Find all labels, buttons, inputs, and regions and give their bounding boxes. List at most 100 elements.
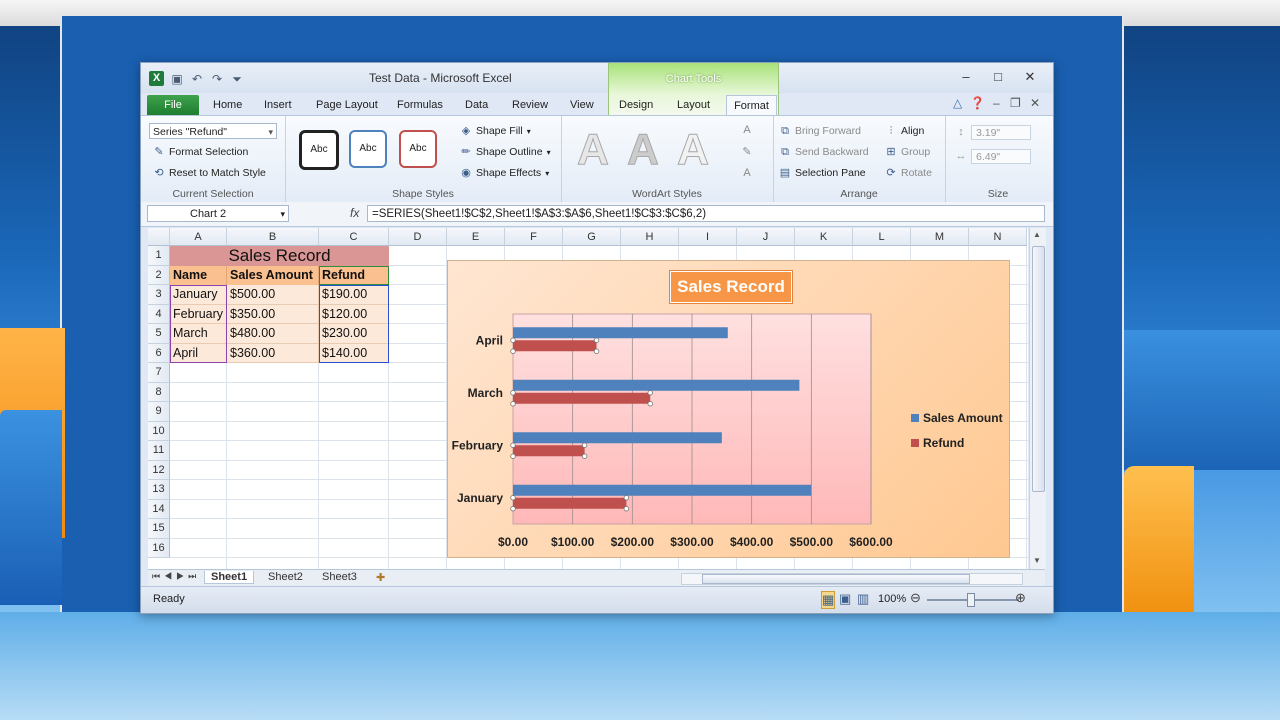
selection-pane-button[interactable]: ▤ Selection Pane <box>779 167 866 179</box>
horizontal-scrollbar[interactable] <box>681 573 1023 585</box>
excel-icon[interactable]: X <box>149 71 164 86</box>
table-header-cell[interactable]: Name <box>170 265 227 285</box>
row-header[interactable]: 4 <box>148 304 170 324</box>
column-header[interactable]: D <box>389 228 447 246</box>
vertical-scrollbar[interactable]: ▲ ▼ <box>1029 228 1046 570</box>
row-header[interactable]: 5 <box>148 324 170 344</box>
column-header[interactable]: J <box>737 228 795 246</box>
row-header[interactable]: 15 <box>148 519 170 539</box>
reset-style-button[interactable]: ⟲ Reset to Match Style <box>153 167 265 179</box>
shape-style-red[interactable]: Abc <box>399 130 437 168</box>
format-selection-button[interactable]: ✎ Format Selection <box>153 146 248 158</box>
zoom-out-icon[interactable]: ⊖ <box>910 590 921 606</box>
shape-outline-button[interactable]: ✏ Shape Outline ▾ <box>460 146 550 158</box>
row-header[interactable]: 8 <box>148 382 170 402</box>
column-header[interactable]: F <box>505 228 563 246</box>
tab-view[interactable]: View <box>570 99 594 111</box>
column-header[interactable]: H <box>621 228 679 246</box>
column-header[interactable]: I <box>679 228 737 246</box>
minimize-button[interactable]: – <box>955 69 977 84</box>
shape-fill-button[interactable]: ◈ Shape Fill ▾ <box>460 125 531 137</box>
doc-close-button[interactable]: ✕ <box>1030 96 1040 110</box>
tab-page-layout[interactable]: Page Layout <box>316 99 378 111</box>
sheet-tab-3[interactable]: Sheet3 <box>322 571 357 583</box>
zoom-level[interactable]: 100% <box>878 593 906 605</box>
tab-review[interactable]: Review <box>512 99 548 111</box>
align-button[interactable]: ⫶ Align <box>885 125 925 137</box>
formula-input[interactable]: =SERIES(Sheet1!$C$2,Sheet1!$A$3:$A$6,She… <box>367 205 1045 222</box>
wordart-style-2[interactable]: A <box>621 124 665 176</box>
column-header[interactable]: N <box>969 228 1027 246</box>
rotate-button[interactable]: ⟳ Rotate <box>885 167 932 179</box>
minimize-ribbon-icon[interactable]: △ <box>953 96 962 110</box>
tab-design[interactable]: Design <box>619 99 653 111</box>
row-header[interactable]: 10 <box>148 421 170 441</box>
text-outline-icon[interactable]: ✎ <box>741 146 753 158</box>
column-header[interactable]: K <box>795 228 853 246</box>
h-scroll-thumb[interactable] <box>702 574 970 584</box>
table-header-cell[interactable]: Sales Amount <box>227 265 319 285</box>
name-box[interactable]: Chart 2 <box>147 205 289 223</box>
text-fill-icon[interactable]: A <box>741 124 753 136</box>
row-header[interactable]: 9 <box>148 402 170 422</box>
close-button[interactable]: ✕ <box>1019 69 1041 85</box>
normal-view-icon[interactable]: ▦ <box>821 591 836 609</box>
scroll-up-icon[interactable]: ▲ <box>1033 230 1041 239</box>
doc-restore-button[interactable]: ❐ <box>1010 96 1021 110</box>
row-header[interactable]: 12 <box>148 460 170 480</box>
insert-function-button[interactable]: fx <box>350 206 359 220</box>
wordart-style-1[interactable]: A <box>571 124 615 176</box>
chart-elements-dropdown[interactable]: Series "Refund" <box>149 123 277 140</box>
zoom-in-icon[interactable]: ⊕ <box>1015 590 1026 606</box>
row-header[interactable]: 2 <box>148 265 170 285</box>
scroll-thumb[interactable] <box>1032 246 1045 492</box>
row-header[interactable]: 11 <box>148 441 170 461</box>
column-header[interactable]: L <box>853 228 911 246</box>
column-header[interactable]: A <box>170 228 227 246</box>
insert-sheet-icon[interactable]: ✚ <box>376 571 385 584</box>
zoom-slider-thumb[interactable] <box>967 593 975 607</box>
customize-qat-icon[interactable]: ⏷ <box>230 72 244 86</box>
row-header[interactable]: 3 <box>148 285 170 305</box>
wordart-style-3[interactable]: A <box>671 124 715 176</box>
select-all-corner[interactable] <box>148 228 170 246</box>
tab-home[interactable]: Home <box>213 99 242 111</box>
doc-minimize-button[interactable]: – <box>993 96 1000 110</box>
bring-forward-button[interactable]: ⧉ Bring Forward <box>779 125 861 137</box>
row-header[interactable]: 13 <box>148 480 170 500</box>
column-header[interactable]: G <box>563 228 621 246</box>
row-header[interactable]: 14 <box>148 499 170 519</box>
tab-insert[interactable]: Insert <box>264 99 292 111</box>
tab-formulas[interactable]: Formulas <box>397 99 443 111</box>
shape-style-black[interactable]: Abc <box>299 130 339 170</box>
tab-data[interactable]: Data <box>465 99 488 111</box>
maximize-button[interactable]: □ <box>987 69 1009 84</box>
page-break-view-icon[interactable]: ▥ <box>857 591 869 607</box>
height-field[interactable]: 3.19" <box>971 125 1031 140</box>
sheet-tab-1[interactable]: Sheet1 <box>204 571 255 584</box>
column-header[interactable]: C <box>319 228 389 246</box>
table-cell[interactable]: $360.00 <box>227 343 319 363</box>
sheet-nav-arrows-icon[interactable]: ⏮◀▶⏭ <box>152 571 200 582</box>
tab-format[interactable]: Format <box>726 95 777 117</box>
shape-style-blue[interactable]: Abc <box>349 130 387 168</box>
column-header[interactable]: E <box>447 228 505 246</box>
table-cell[interactable]: $480.00 <box>227 324 319 344</box>
tab-layout[interactable]: Layout <box>677 99 710 111</box>
row-header[interactable]: 1 <box>148 246 170 266</box>
row-header[interactable]: 16 <box>148 538 170 558</box>
undo-icon[interactable]: ↶ <box>190 72 204 86</box>
row-header[interactable]: 6 <box>148 343 170 363</box>
sheet-tab-2[interactable]: Sheet2 <box>268 571 303 583</box>
chart-object[interactable]: Sales Record $0.00 $100.00 $200.00 $300.00 $… <box>447 260 1010 558</box>
help-icon[interactable]: ❓ <box>970 96 985 110</box>
table-cell[interactable]: $350.00 <box>227 304 319 324</box>
send-backward-button[interactable]: ⧉ Send Backward <box>779 146 868 158</box>
width-field[interactable]: 6.49" <box>971 149 1031 164</box>
group-button[interactable]: ⊞ Group <box>885 146 930 158</box>
column-header[interactable]: M <box>911 228 969 246</box>
scroll-down-icon[interactable]: ▼ <box>1033 556 1041 565</box>
redo-icon[interactable]: ↷ <box>210 72 224 86</box>
table-cell[interactable]: $500.00 <box>227 285 319 305</box>
row-header[interactable]: 7 <box>148 363 170 383</box>
